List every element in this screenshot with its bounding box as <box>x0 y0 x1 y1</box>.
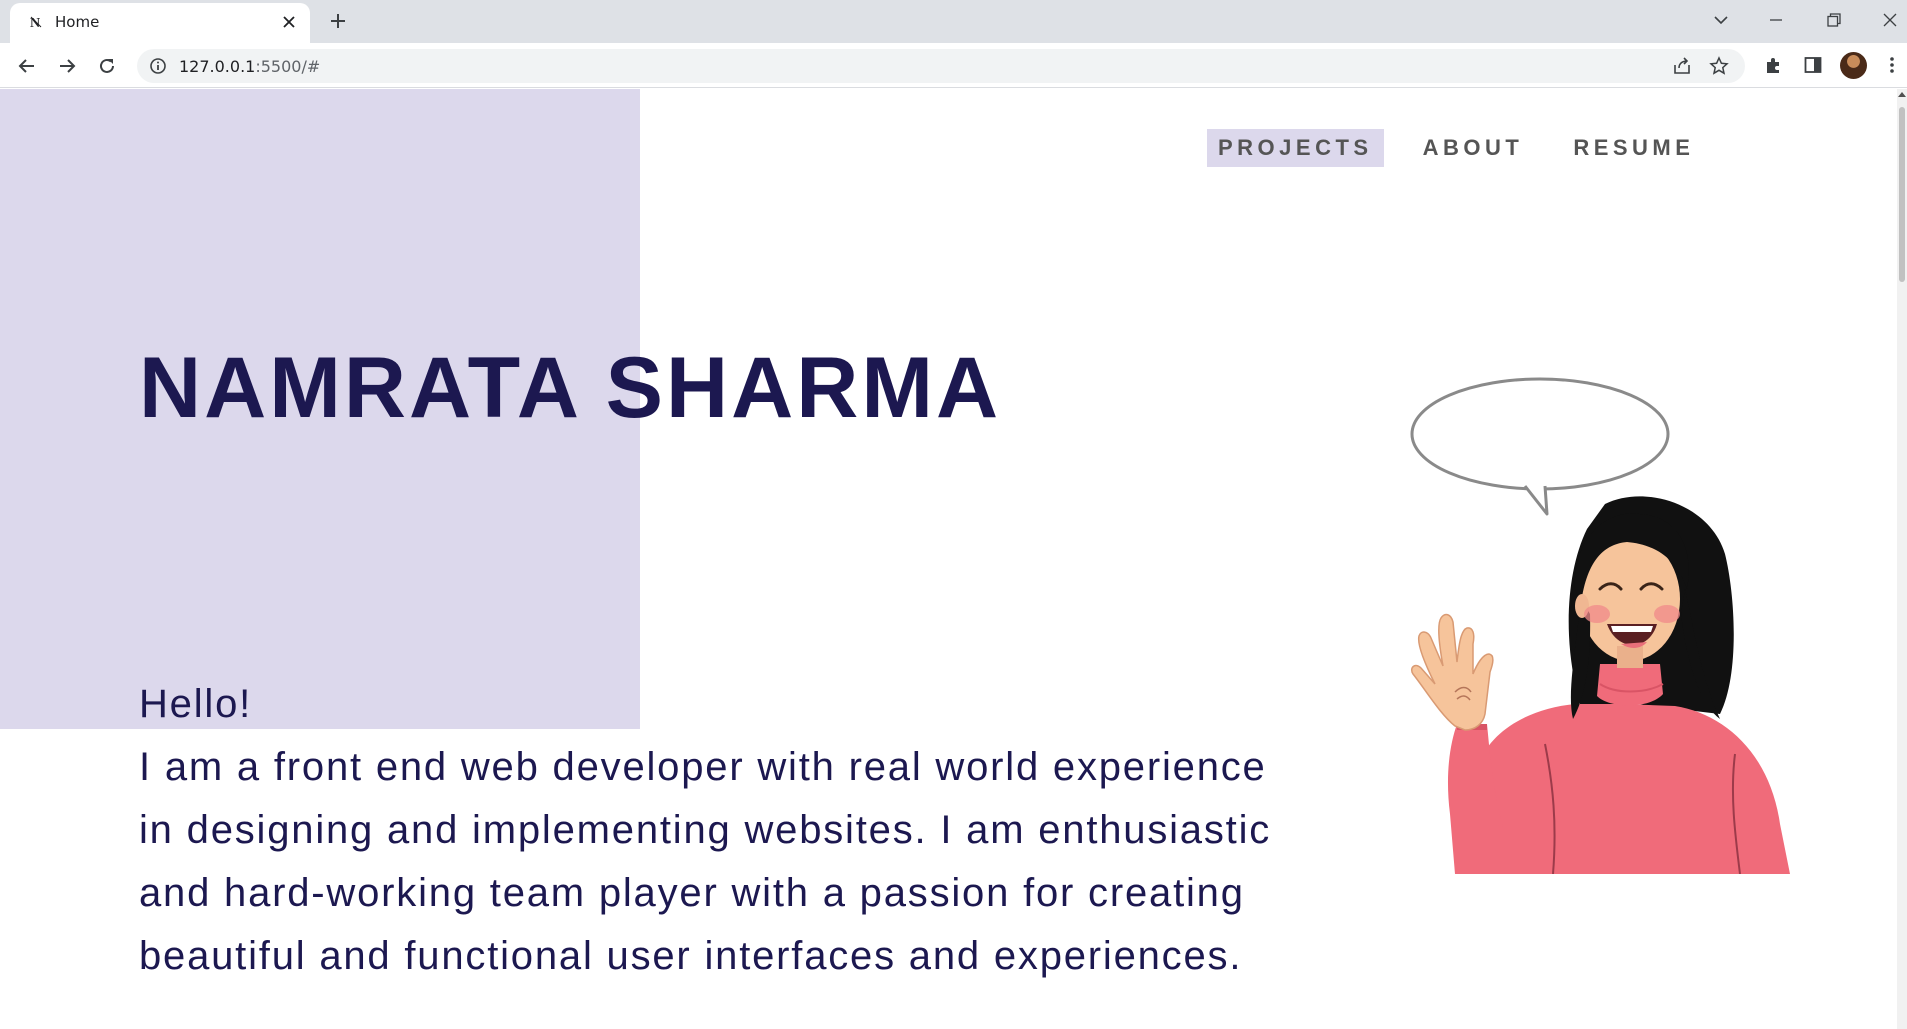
browser-toolbar: 127.0.0.1:5500/# <box>0 43 1907 88</box>
nav-link-resume[interactable]: RESUME <box>1562 129 1705 167</box>
puzzle-icon[interactable] <box>1762 53 1786 77</box>
tab-close-icon[interactable] <box>278 11 300 33</box>
kebab-menu-icon[interactable] <box>1880 53 1904 77</box>
browser-tab-bar: N Home <box>0 0 1907 43</box>
minimize-icon[interactable] <box>1761 6 1791 34</box>
share-icon[interactable] <box>1671 55 1693 77</box>
hero-name-heading: NAMRATA SHARMA <box>139 340 1002 436</box>
profile-avatar[interactable] <box>1840 52 1867 79</box>
url-text[interactable]: 127.0.0.1:5500/# <box>179 57 320 76</box>
page-viewport: PROJECTS ABOUT RESUME NAMRATA SHARMA Hel… <box>0 89 1897 1029</box>
arrow-right-icon[interactable] <box>52 51 82 81</box>
url-host: 127.0.0.1 <box>179 57 256 76</box>
svg-text:N: N <box>30 16 40 31</box>
tab-title: Home <box>55 13 100 31</box>
notion-n-icon: N <box>27 13 45 31</box>
speech-bubble-icon <box>1410 377 1670 516</box>
arrow-left-icon[interactable] <box>12 51 42 81</box>
url-path: :5500/# <box>255 57 321 76</box>
info-icon[interactable] <box>149 57 167 75</box>
chevron-down-icon[interactable] <box>1706 6 1736 34</box>
nav-link-projects[interactable]: PROJECTS <box>1207 129 1384 167</box>
page-scrollbar[interactable] <box>1897 89 1907 1029</box>
star-icon[interactable] <box>1708 55 1730 77</box>
close-window-icon[interactable] <box>1875 6 1905 34</box>
scrollbar-thumb[interactable] <box>1899 107 1905 282</box>
site-navigation: PROJECTS ABOUT RESUME <box>1207 129 1705 167</box>
nav-link-about[interactable]: ABOUT <box>1412 129 1535 167</box>
intro-section: Hello! I am a front end web developer wi… <box>139 673 1279 988</box>
new-tab-button[interactable] <box>326 9 350 33</box>
address-bar[interactable]: 127.0.0.1:5500/# <box>137 49 1745 83</box>
restore-icon[interactable] <box>1819 6 1849 34</box>
browser-tab[interactable]: N Home <box>10 3 310 43</box>
reload-icon[interactable] <box>92 51 122 81</box>
waving-woman-illustration <box>1410 377 1790 874</box>
greeting-text: Hello! <box>139 682 253 726</box>
scroll-up-icon[interactable] <box>1898 92 1906 97</box>
side-panel-icon[interactable] <box>1801 53 1825 77</box>
intro-paragraph: I am a front end web developer with real… <box>139 745 1272 978</box>
